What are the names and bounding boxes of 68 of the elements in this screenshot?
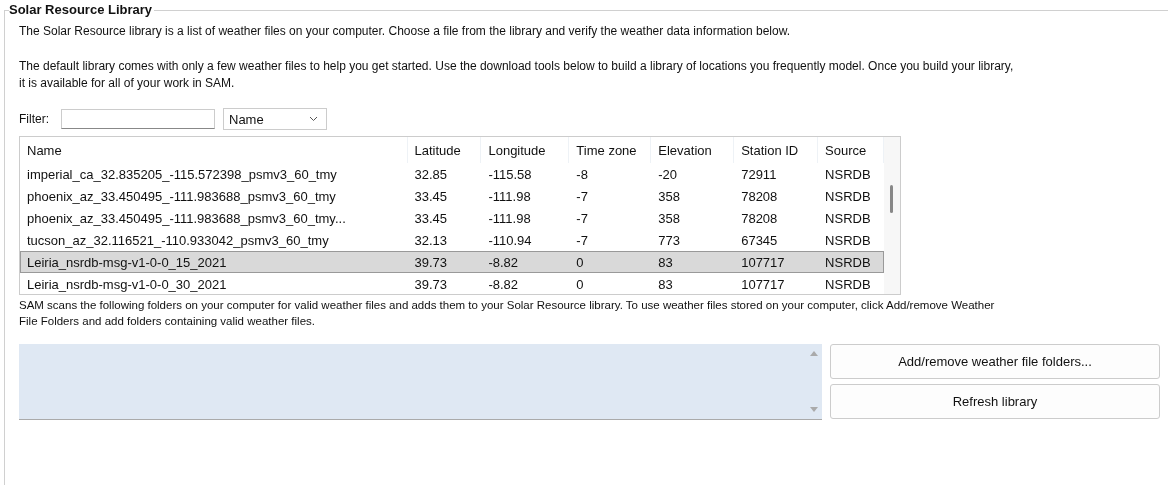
filter-label: Filter: bbox=[19, 112, 49, 126]
sort-dropdown[interactable]: Name bbox=[223, 108, 327, 130]
chevron-icon bbox=[309, 116, 318, 122]
table-cell-text: -20 bbox=[657, 166, 679, 182]
table-cell-text: 0 bbox=[575, 276, 585, 292]
table-cell-text: -7 bbox=[575, 210, 589, 226]
column-header[interactable]: Station ID bbox=[734, 137, 819, 163]
table-cell-text: 83 bbox=[657, 254, 674, 270]
table-cell-text: 32.13 bbox=[413, 232, 449, 248]
table-cell-text: 33.45 bbox=[413, 210, 449, 226]
scroll-down-icon[interactable] bbox=[810, 407, 818, 413]
scroll-up-icon[interactable] bbox=[810, 350, 818, 356]
table-cell-text: 773 bbox=[657, 232, 681, 248]
column-header[interactable]: Latitude bbox=[407, 137, 482, 163]
table-cell-text: -8.82 bbox=[487, 276, 520, 292]
table-cell-text: -8.82 bbox=[487, 254, 520, 270]
table-cell-text: NSRDB bbox=[824, 232, 872, 248]
table-cell-text: 107717 bbox=[740, 254, 786, 270]
table-cell-text: 358 bbox=[657, 210, 681, 226]
filter-field[interactable] bbox=[61, 109, 215, 129]
refresh-library-button[interactable]: Refresh library bbox=[830, 384, 1160, 419]
table-cell-text: 33.45 bbox=[413, 188, 449, 204]
table-cell-text: -8 bbox=[575, 166, 589, 182]
intro-text: The default library comes with only a few weather files to help you get started. Use the download tools below to build a library of locations you frequently model. Once you build your library, it is available for all of your work in SAM. bbox=[19, 58, 1015, 92]
table-cell-text: NSRDB bbox=[824, 210, 872, 226]
scrollbar-thumb[interactable] bbox=[890, 185, 893, 213]
table-cell-text: 83 bbox=[657, 276, 674, 292]
table-cell-text: 67345 bbox=[740, 232, 779, 248]
table-cell-text: imperial_ca_32.835205_-115.572398_psmv3_60_tmy bbox=[26, 166, 338, 182]
table-cell-text: -110.94 bbox=[487, 232, 533, 248]
table-row[interactable]: imperial_ca_32.835205_-115.572398_psmv3_60_tmy 32.85 -115.58 -8 -20 72911 NSRDB bbox=[20, 163, 884, 185]
table-cell-text: -7 bbox=[575, 188, 589, 204]
column-header[interactable]: Time zone bbox=[569, 137, 652, 163]
table-cell-text: 78208 bbox=[740, 188, 779, 204]
table-cell-text: -111.98 bbox=[487, 188, 532, 204]
table-cell-text: NSRDB bbox=[824, 254, 872, 270]
column-header[interactable]: Name bbox=[20, 137, 408, 163]
table-cell-text: -115.58 bbox=[487, 166, 533, 182]
add-remove-folders-button[interactable]: Add/remove weather file folders... bbox=[830, 344, 1160, 379]
table-cell-text: phoenix_az_33.450495_-111.983688_psmv3_60_tmy... bbox=[26, 210, 347, 226]
folder-list[interactable] bbox=[19, 344, 822, 420]
table-cell-text: NSRDB bbox=[824, 188, 872, 204]
table-cell-text: tucson_az_32.116521_-110.933042_psmv3_60_tmy bbox=[26, 232, 330, 248]
table-cell-text: phoenix_az_33.450495_-111.983688_psmv3_60_tmy bbox=[26, 188, 337, 204]
table-cell-text: 78208 bbox=[740, 210, 779, 226]
table-cell-text: 39.73 bbox=[413, 276, 449, 292]
table-row[interactable]: tucson_az_32.116521_-110.933042_psmv3_60_tmy 32.13 -110.94 -7 773 67345 NSRDB bbox=[20, 229, 884, 251]
table-cell-text: Leiria_nsrdb-msg-v1-0-0_30_2021 bbox=[26, 276, 228, 292]
table-cell-text: 107717 bbox=[740, 276, 786, 292]
column-header[interactable]: Longitude bbox=[481, 137, 570, 163]
column-header[interactable]: Elevation bbox=[651, 137, 735, 163]
table-cell-text: NSRDB bbox=[824, 166, 872, 182]
table-cell-text: -7 bbox=[575, 232, 589, 248]
folders-note: SAM scans the following folders on your computer for valid weather files and adds them to your Solar Resource library. To use weather files stored on your computer, click Add/remove Weather File Folders and add folders containing valid weather files. bbox=[19, 298, 996, 329]
table-row[interactable]: Leiria_nsrdb-msg-v1-0-0_15_2021 39.73 -8.82 0 83 107717 NSRDB bbox=[20, 251, 884, 273]
group-title: Solar Resource Library bbox=[9, 2, 155, 17]
intro-text: The Solar Resource library is a list of weather files on your computer. Choose a file from the library and verify the weather data information below. bbox=[19, 23, 792, 40]
table-row[interactable]: phoenix_az_33.450495_-111.983688_psmv3_60_tmy... 33.45 -111.98 -7 358 78208 NSRDB bbox=[20, 207, 884, 229]
table-row[interactable]: phoenix_az_33.450495_-111.983688_psmv3_60_tmy 33.45 -111.98 -7 358 78208 NSRDB bbox=[20, 185, 884, 207]
table-cell-text: 358 bbox=[657, 188, 681, 204]
table-cell-text: 32.85 bbox=[413, 166, 449, 182]
table-cell-text: 72911 bbox=[740, 166, 778, 182]
table-cell-text: Leiria_nsrdb-msg-v1-0-0_15_2021 bbox=[26, 254, 228, 270]
table-cell-text: 39.73 bbox=[413, 254, 449, 270]
table-cell-text: NSRDB bbox=[824, 276, 872, 292]
table-row[interactable]: Leiria_nsrdb-msg-v1-0-0_30_2021 39.73 -8.82 0 83 107717 NSRDB bbox=[20, 273, 884, 294]
table-cell-text: 0 bbox=[575, 254, 585, 270]
table-cell-text: -111.98 bbox=[487, 210, 532, 226]
